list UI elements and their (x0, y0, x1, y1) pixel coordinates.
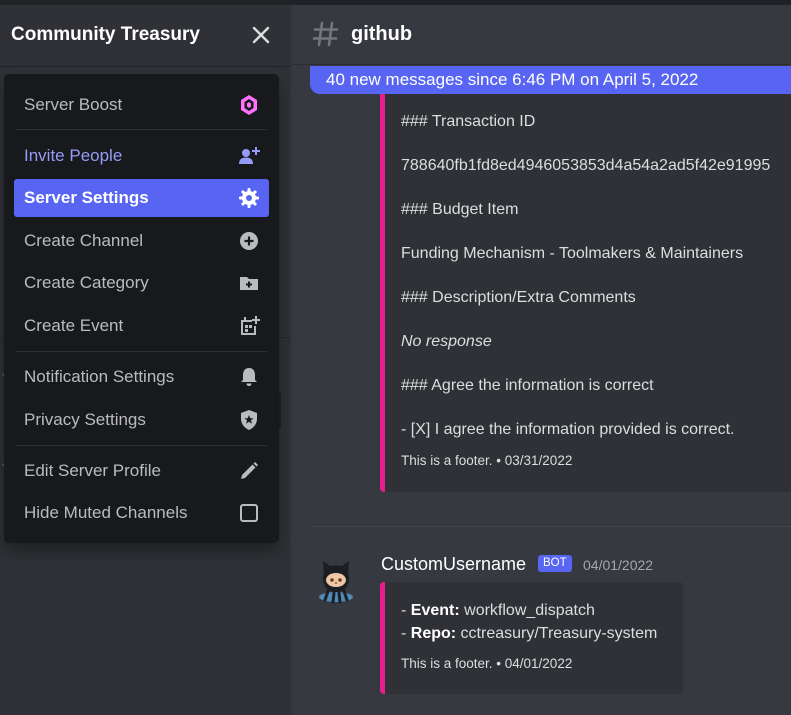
add-user-icon (239, 147, 260, 164)
menu-item-server-boost[interactable]: Server Boost (14, 86, 269, 124)
hashtag-icon (312, 21, 339, 47)
octocat-avatar[interactable] (312, 553, 360, 605)
menu-separator (16, 351, 267, 352)
menu-item-create-event[interactable]: Create Event (14, 307, 269, 345)
embed-line: ### Transaction ID (401, 113, 536, 130)
folder-plus-icon (240, 277, 258, 290)
channel-header: github (291, 5, 791, 64)
embed-line: Funding Mechanism - Toolmakers & Maintai… (401, 245, 744, 262)
message-author[interactable]: CustomUsername (381, 554, 526, 575)
new-messages-bar[interactable]: 40 new messages since 6:46 PM on April 5… (310, 66, 791, 94)
menu-separator (16, 129, 267, 130)
menu-item-label: Create Category (24, 273, 149, 292)
menu-item-invite-people[interactable]: Invite People (14, 137, 269, 175)
bell-icon (241, 368, 257, 386)
server-name: Community Treasury (11, 24, 200, 45)
channel-name: github (351, 23, 413, 45)
checkbox-icon[interactable] (238, 502, 260, 524)
menu-item-edit-server-profile[interactable]: Edit Server Profile (14, 452, 269, 490)
embed-line: No response (401, 333, 492, 350)
shield-star-icon (241, 410, 257, 430)
close-icon[interactable] (249, 23, 273, 47)
embed-footer: This is a footer. • 04/01/2022 (401, 656, 573, 671)
embed-line: ### Description/Extra Comments (401, 289, 636, 306)
bot-badge: BOT (538, 555, 572, 572)
embed-repo-line: - Repo: cctreasury/Treasury-system (401, 625, 657, 643)
embed-footer: This is a footer. • 03/31/2022 (401, 453, 573, 468)
message-embed: - Event: workflow_dispatch - Repo: cctre… (380, 582, 683, 694)
menu-item-label: Server Settings (24, 188, 149, 207)
gear-icon (239, 188, 259, 208)
bullet: - (401, 602, 411, 619)
boost-gem-icon (241, 95, 257, 115)
menu-item-label: Invite People (24, 146, 123, 165)
embed-line: ### Agree the information is correct (401, 377, 654, 394)
repo-value: cctreasury/Treasury-system (456, 625, 658, 642)
menu-item-label: Hide Muted Channels (24, 503, 188, 522)
embed-line: - [X] I agree the information provided i… (401, 421, 735, 438)
menu-item-label: Privacy Settings (24, 410, 146, 429)
bullet: - (401, 625, 411, 642)
pencil-icon (241, 462, 258, 479)
menu-item-label: Create Channel (24, 231, 144, 250)
menu-item-create-category[interactable]: Create Category (14, 264, 269, 302)
repo-label: Repo: (410, 625, 457, 642)
menu-item-privacy-settings[interactable]: Privacy Settings (14, 401, 269, 439)
menu-item-notification-settings[interactable]: Notification Settings (14, 358, 269, 396)
embed-line: 788640fb1fd8ed4946053853d4a54a2ad5f42e91… (401, 157, 771, 174)
new-messages-text: 40 new messages since 6:46 PM on April 5… (326, 70, 699, 89)
embed-line: ### Budget Item (401, 201, 519, 218)
menu-item-create-channel[interactable]: Create Channel (14, 222, 269, 260)
message-divider (311, 526, 791, 527)
menu-item-server-settings[interactable]: Server Settings (14, 179, 269, 217)
embed-event-line: - Event: workflow_dispatch (401, 602, 595, 620)
menu-item-label: Server Boost (24, 95, 123, 114)
message-timestamp: 04/01/2022 (583, 557, 654, 573)
plus-circle-icon (240, 232, 258, 250)
server-header[interactable]: Community Treasury (0, 5, 291, 66)
menu-item-label: Edit Server Profile (24, 461, 161, 480)
menu-separator (16, 445, 267, 446)
menu-item-label: Create Event (24, 316, 124, 335)
event-value: workflow_dispatch (459, 602, 595, 619)
calendar-plus-icon (241, 316, 260, 335)
menu-item-label: Notification Settings (24, 367, 175, 386)
server-dropdown-menu: Server Boost Invite People Server Settin… (4, 74, 279, 543)
event-label: Event: (410, 602, 460, 619)
message-embed: ### Transaction ID 788640fb1fd8ed4946053… (380, 94, 791, 492)
menu-item-hide-muted-channels[interactable]: Hide Muted Channels (14, 494, 269, 532)
